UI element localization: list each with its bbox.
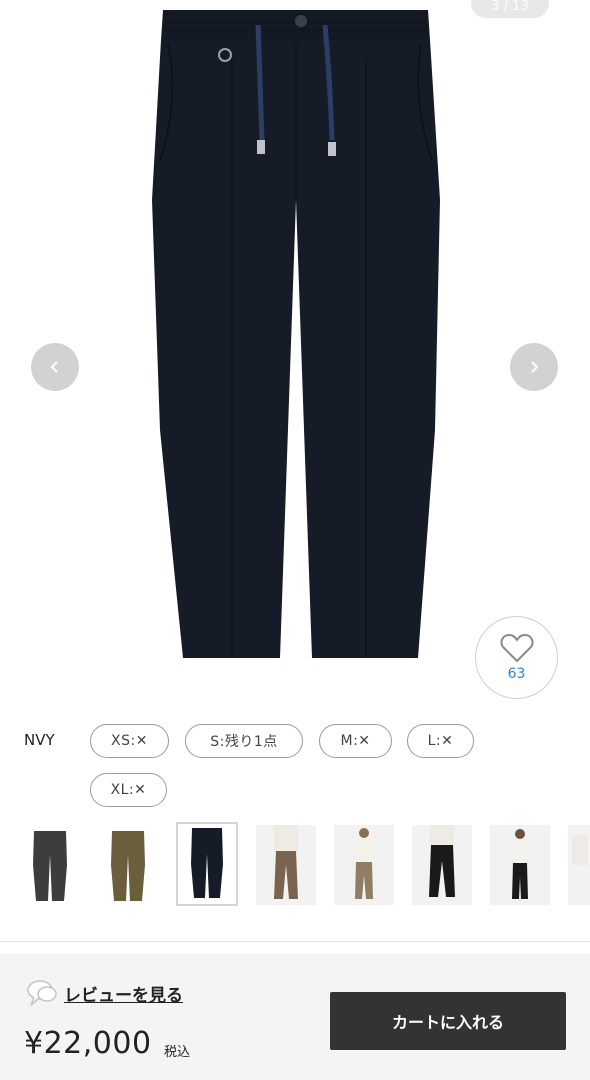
previous-image-button[interactable] (31, 343, 79, 391)
chevron-right-icon (531, 361, 539, 373)
favorite-button[interactable]: 63 (475, 616, 558, 699)
size-option-m[interactable]: M:✕ (319, 724, 392, 758)
thumbnail-model-black[interactable] (412, 825, 472, 905)
thumbnail-model-partial[interactable] (568, 825, 590, 905)
review-link[interactable]: レビューを見る (26, 979, 183, 1007)
divider (0, 941, 590, 942)
review-link-label[interactable]: レビューを見る (64, 981, 183, 1006)
thumbnail-charcoal-pants[interactable] (20, 825, 80, 905)
thumbnail-strip[interactable] (0, 822, 590, 910)
thumbnail-model-black-2[interactable] (490, 825, 550, 905)
image-counter: 3 / 13 (471, 0, 549, 18)
thumbnail-navy-pants[interactable] (176, 822, 238, 906)
favorite-count: 63 (507, 666, 526, 682)
tax-label: 税込 (164, 1045, 191, 1060)
product-page: 3 / 13 63 NVY XS:✕ S:残り1点 M:✕ L:✕ XL:✕ レ… (0, 0, 590, 1080)
add-to-cart-button[interactable]: カートに入れる (330, 992, 566, 1050)
thumbnail-model-beige[interactable] (334, 825, 394, 905)
product-price: ¥22,000 (24, 1026, 152, 1061)
heart-icon (500, 633, 533, 663)
next-image-button[interactable] (510, 343, 558, 391)
chevron-left-icon (50, 361, 58, 373)
thumbnail-olive-pants[interactable] (98, 825, 158, 905)
product-image-viewer[interactable]: 3 / 13 63 (0, 0, 590, 712)
thumbnail-model-brown[interactable] (256, 825, 316, 905)
size-option-s[interactable]: S:残り1点 (185, 724, 303, 758)
size-option-xl[interactable]: XL:✕ (90, 773, 167, 807)
size-option-l[interactable]: L:✕ (407, 724, 474, 758)
product-image (152, 10, 440, 658)
size-option-xs[interactable]: XS:✕ (90, 724, 169, 758)
color-code-label: NVY (24, 731, 55, 749)
speech-bubble-icon (27, 980, 57, 1006)
